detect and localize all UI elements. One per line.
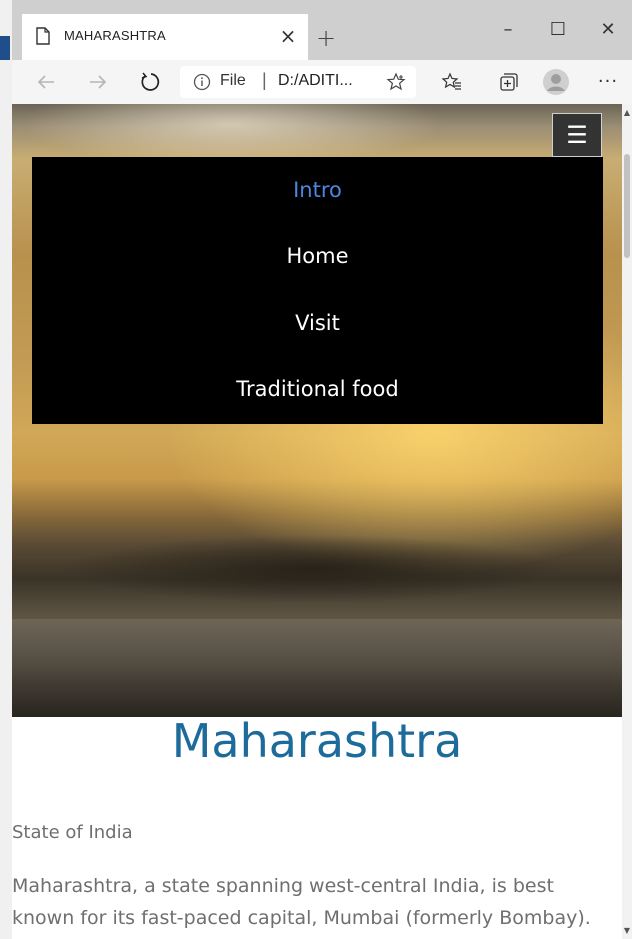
maximize-button[interactable]: ☐: [538, 16, 578, 44]
refresh-icon: [141, 72, 160, 91]
new-tab-button[interactable]: +: [312, 24, 340, 52]
close-window-button[interactable]: ✕: [588, 16, 628, 44]
scroll-up-arrow-icon[interactable]: ▲: [623, 108, 631, 117]
info-icon[interactable]: [192, 72, 212, 92]
profile-button[interactable]: [542, 68, 570, 96]
nav-dropdown-menu: Intro Home Visit Traditional food: [32, 157, 603, 424]
refresh-button[interactable]: [136, 68, 164, 96]
page-subtitle: State of India: [12, 822, 133, 843]
nav-item-home[interactable]: Home: [32, 223, 603, 289]
url-separator: |: [262, 70, 267, 90]
address-bar[interactable]: File | D:/ADITI...: [180, 66, 416, 98]
browser-tab[interactable]: MAHARASHTRA ×: [22, 14, 308, 60]
tab-title: MAHARASHTRA: [64, 28, 166, 43]
tab-close-button[interactable]: ×: [276, 24, 300, 48]
arrow-right-icon: [90, 75, 107, 89]
hero-road: [12, 619, 622, 717]
intro-paragraph: Maharashtra, a state spanning west-centr…: [12, 875, 591, 929]
scroll-down-arrow-icon[interactable]: ▼: [623, 926, 631, 935]
nav-item-visit[interactable]: Visit: [32, 290, 603, 356]
page-viewport: ☰ Intro Home Visit Traditional food Maha…: [12, 104, 632, 939]
page-title: Maharashtra: [171, 714, 463, 768]
desktop-edge: [0, 0, 12, 939]
title-bar: MAHARASHTRA × + – ☐ ✕: [12, 0, 632, 60]
url-text[interactable]: D:/ADITI...: [278, 72, 353, 90]
vertical-scrollbar[interactable]: ▲ ▼: [622, 104, 632, 939]
back-button[interactable]: [32, 68, 60, 96]
favorites-icon: [441, 72, 461, 90]
arrow-left-icon: [37, 75, 54, 89]
favorites-button[interactable]: [438, 68, 466, 96]
nav-item-traditional-food[interactable]: Traditional food: [32, 356, 603, 422]
star-icon[interactable]: [386, 72, 406, 92]
browser-toolbar: File | D:/ADITI... ···: [12, 60, 632, 104]
scroll-thumb[interactable]: [624, 154, 630, 258]
menu-toggle-button[interactable]: ☰: [552, 113, 602, 157]
forward-button[interactable]: [84, 68, 112, 96]
page-icon: [36, 27, 50, 45]
more-button[interactable]: ···: [594, 68, 622, 96]
nav-item-intro[interactable]: Intro: [32, 157, 603, 223]
collections-icon: [500, 73, 518, 91]
url-scheme: File: [220, 72, 246, 89]
profile-avatar-icon: [543, 69, 569, 95]
desktop-window-edge: [0, 36, 10, 60]
browser-window: MAHARASHTRA × + – ☐ ✕ File | D:/ADITI...: [12, 0, 632, 939]
collections-button[interactable]: [494, 68, 522, 96]
hero-hill-silhouette: [12, 524, 622, 614]
minimize-button[interactable]: –: [488, 16, 528, 44]
